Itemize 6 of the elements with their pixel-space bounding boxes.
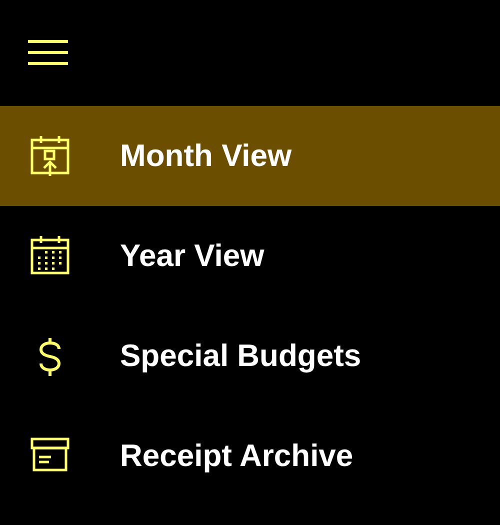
nav-item[interactable]: Month View [0,106,500,206]
calendar-upload-icon [28,134,72,178]
nav-item[interactable]: Receipt Archive [0,406,500,506]
nav-item[interactable]: Year View [0,206,500,306]
menu-icon [27,39,69,67]
nav-item[interactable]: Special Budgets [0,306,500,406]
